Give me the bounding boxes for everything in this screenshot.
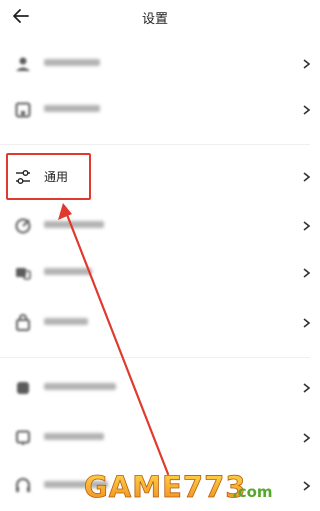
message-icon xyxy=(16,268,31,280)
settings-row-item[interactable] xyxy=(0,418,310,458)
chevron-right-icon xyxy=(303,221,310,231)
settings-row-item[interactable] xyxy=(0,206,310,246)
watermark-logo: GAME773 .com xyxy=(84,470,272,504)
chevron-right-icon xyxy=(303,59,310,69)
lock-square-icon xyxy=(15,102,31,118)
blurred-label xyxy=(44,221,104,228)
section-divider xyxy=(0,357,310,358)
settings-row-item[interactable] xyxy=(0,303,310,343)
blurred-label xyxy=(44,105,100,112)
chevron-right-icon xyxy=(303,383,310,393)
chevron-right-icon xyxy=(303,433,310,443)
brush-icon xyxy=(15,218,31,234)
page-title: 设置 xyxy=(141,12,168,27)
info-icon xyxy=(16,430,30,445)
settings-row-item[interactable] xyxy=(0,253,310,293)
chevron-right-icon xyxy=(303,268,310,278)
chevron-right-icon xyxy=(303,105,310,115)
blurred-label xyxy=(44,268,92,275)
header-bar: 设置 xyxy=(0,0,310,34)
blurred-label xyxy=(44,318,88,325)
blurred-label xyxy=(44,59,100,66)
chevron-right-icon xyxy=(303,481,310,491)
settings-screen: 设置 通用 GAME773 .com xyxy=(0,0,310,511)
watermark-game-text: GAME773 xyxy=(84,470,246,504)
headset-icon xyxy=(16,478,30,492)
blurred-label xyxy=(44,433,104,440)
watermark-dotcom-text: .com xyxy=(232,483,272,501)
settings-row-item[interactable] xyxy=(0,368,310,408)
settings-row-general[interactable]: 通用 xyxy=(0,157,310,197)
settings-row-account[interactable] xyxy=(0,44,310,84)
sliders-icon xyxy=(16,170,30,184)
general-label: 通用 xyxy=(44,170,69,184)
blurred-label xyxy=(44,383,116,390)
device-icon xyxy=(17,382,29,394)
settings-row-privacy[interactable] xyxy=(0,90,310,130)
user-icon xyxy=(16,57,30,71)
chevron-right-icon xyxy=(303,318,310,328)
section-divider xyxy=(0,144,310,145)
chevron-right-icon xyxy=(303,172,310,182)
bag-icon xyxy=(16,314,30,331)
